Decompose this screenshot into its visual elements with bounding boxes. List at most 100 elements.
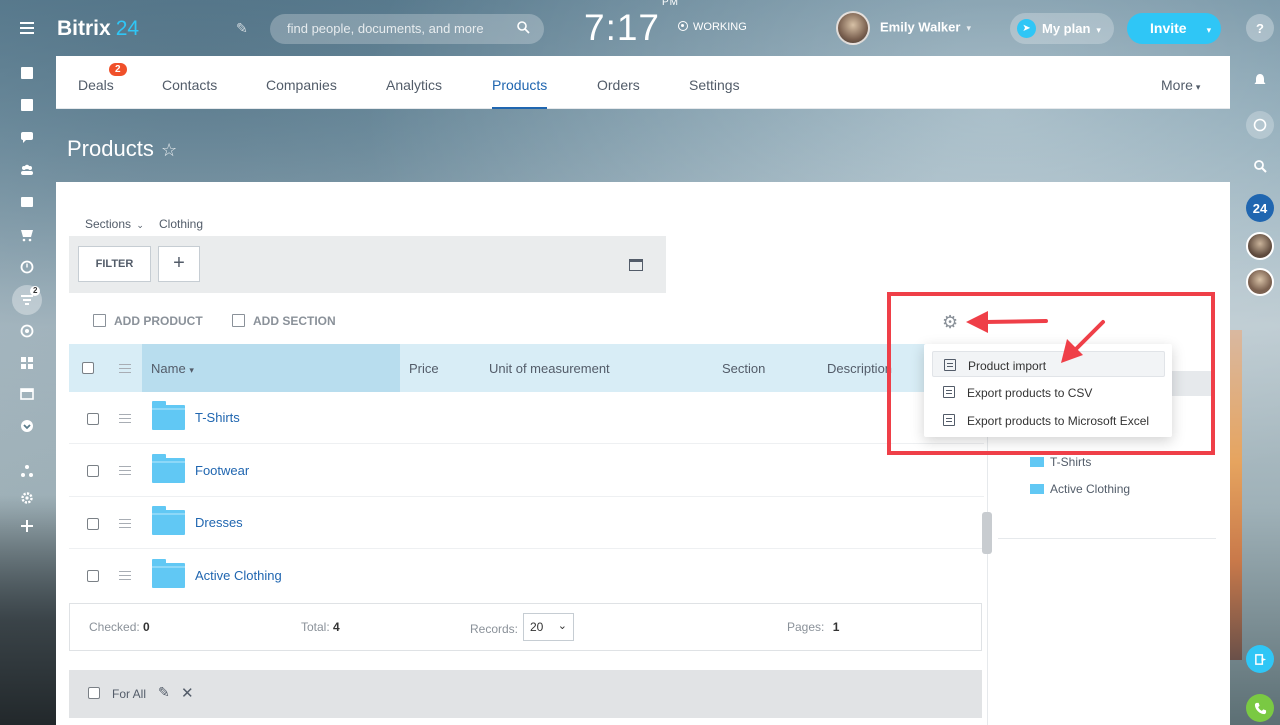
- sort-chevron-icon: ▾: [189, 365, 194, 375]
- layout-icon[interactable]: [629, 259, 643, 271]
- chevron-down-icon: ⌄: [557, 620, 567, 632]
- exit-icon[interactable]: [1246, 645, 1274, 673]
- row-checkbox[interactable]: [87, 413, 99, 425]
- left-sidebar: 2: [0, 0, 56, 725]
- sitemap-icon[interactable]: [18, 462, 36, 480]
- breadcrumb-sections[interactable]: Sections ⌄: [85, 217, 144, 231]
- tab-label: Orders: [597, 77, 640, 93]
- tab-deals[interactable]: Deals: [78, 77, 114, 93]
- for-all-checkbox[interactable]: [88, 687, 100, 699]
- star-icon[interactable]: ☆: [161, 140, 177, 161]
- row-name-link[interactable]: Dresses: [195, 515, 243, 530]
- filter-button[interactable]: FILTER: [78, 246, 151, 282]
- work-status[interactable]: WORKING: [678, 21, 747, 33]
- clock-icon[interactable]: [18, 258, 36, 276]
- chevron-down-icon: ⌄: [136, 220, 144, 230]
- row-checkbox[interactable]: [87, 465, 99, 477]
- records-per-page-select[interactable]: 20 ⌄: [523, 613, 574, 641]
- select-all-checkbox[interactable]: [82, 362, 94, 374]
- tab-products[interactable]: Products: [492, 77, 548, 109]
- row-menu-icon[interactable]: [119, 519, 131, 528]
- expand-more-icon[interactable]: [18, 417, 36, 435]
- breadcrumb-sections-label: Sections: [85, 217, 132, 231]
- work-status-label: WORKING: [693, 21, 747, 33]
- tab-orders[interactable]: Orders: [597, 77, 640, 93]
- column-section[interactable]: Section: [722, 361, 765, 376]
- colleague-avatar-1[interactable]: [1246, 232, 1274, 260]
- apps-grid-icon[interactable]: [18, 354, 36, 372]
- folder-icon: [152, 559, 185, 588]
- tab-more[interactable]: More ▾: [1161, 77, 1200, 93]
- crm-tabs: Deals 2 Contacts Companies Analytics Pro…: [56, 56, 1230, 109]
- tree-item-active-clothing[interactable]: Active Clothing: [1030, 482, 1130, 496]
- chat-icon[interactable]: [18, 128, 36, 146]
- row-menu-icon[interactable]: [119, 414, 131, 423]
- add-product-button[interactable]: ADD PRODUCT: [93, 314, 203, 328]
- column-unit[interactable]: Unit of measurement: [489, 361, 610, 376]
- invite-button[interactable]: Invite ▾: [1127, 13, 1221, 44]
- row-name-link[interactable]: Active Clothing: [195, 568, 282, 583]
- splitter-handle[interactable]: [982, 512, 992, 554]
- target-icon[interactable]: [18, 322, 36, 340]
- records-label: Records:: [470, 622, 519, 636]
- row-checkbox[interactable]: [87, 518, 99, 530]
- crm-card-icon[interactable]: [18, 193, 36, 211]
- search-icon[interactable]: [1246, 152, 1274, 180]
- help-icon[interactable]: ?: [1246, 14, 1274, 42]
- notifications-bell-icon[interactable]: [1246, 66, 1274, 94]
- add-section-button[interactable]: ADD SECTION: [232, 314, 336, 328]
- column-description[interactable]: Description: [827, 361, 892, 376]
- folder-icon: [1030, 484, 1044, 494]
- tab-analytics[interactable]: Analytics: [386, 77, 442, 93]
- total-count: Total: 4: [301, 620, 340, 634]
- feed-icon[interactable]: [18, 64, 36, 82]
- table-header: Name ▾ Price Unit of measurement Section…: [69, 344, 984, 392]
- clock-ampm: PM: [662, 0, 680, 8]
- column-name[interactable]: Name ▾: [151, 361, 194, 376]
- colleague-avatar-2[interactable]: [1246, 268, 1274, 296]
- group-actions-bar: For All ✎ ✕: [69, 670, 982, 718]
- pages-value: 1: [832, 620, 840, 634]
- breadcrumb-current[interactable]: Clothing: [159, 217, 203, 231]
- tab-companies[interactable]: Companies: [266, 77, 337, 93]
- settings-gear-icon[interactable]: [18, 489, 36, 507]
- search-input[interactable]: find people, documents, and more: [270, 14, 544, 44]
- delete-x-icon[interactable]: ✕: [181, 684, 194, 702]
- pencil-icon[interactable]: ✎: [236, 20, 248, 37]
- row-menu-icon[interactable]: [119, 466, 131, 475]
- row-checkbox[interactable]: [87, 570, 99, 582]
- logo[interactable]: Bitrix 24: [57, 17, 139, 41]
- bitrix24-counter[interactable]: 24: [1246, 194, 1274, 222]
- tree-item-label: T-Shirts: [1050, 455, 1092, 469]
- tab-label: Contacts: [162, 77, 218, 93]
- clock[interactable]: 7:17PM: [584, 0, 679, 49]
- logo-num: 24: [115, 17, 140, 40]
- tab-contacts[interactable]: Contacts: [162, 77, 217, 93]
- row-name-link[interactable]: T-Shirts: [195, 410, 240, 425]
- rocket-icon: ➤: [1017, 19, 1036, 38]
- tree-item-label: Active Clothing: [1050, 482, 1131, 496]
- edit-pencil-icon[interactable]: ✎: [158, 684, 170, 701]
- menu-icon[interactable]: [18, 19, 36, 37]
- user-menu[interactable]: Emily Walker ▾: [836, 11, 971, 45]
- avatar: [836, 11, 870, 45]
- column-settings-icon[interactable]: [119, 364, 131, 373]
- folder-icon: [152, 454, 185, 483]
- for-all-label: For All: [112, 687, 147, 701]
- add-icon[interactable]: [18, 517, 36, 535]
- tab-settings[interactable]: Settings: [689, 77, 740, 93]
- column-price[interactable]: Price: [409, 361, 439, 376]
- checked-count: Checked: 0: [89, 620, 150, 634]
- cart-icon[interactable]: [18, 226, 36, 244]
- row-menu-icon[interactable]: [119, 571, 131, 580]
- row-name-link[interactable]: Footwear: [195, 463, 249, 478]
- groups-icon[interactable]: [18, 161, 36, 179]
- tree-item-tshirts[interactable]: T-Shirts: [1030, 455, 1091, 469]
- chat-bubble-icon[interactable]: [1246, 111, 1274, 139]
- tasks-icon[interactable]: [18, 96, 36, 114]
- add-filter-button[interactable]: +: [158, 246, 200, 282]
- my-plan-button[interactable]: ➤ My plan ▾: [1010, 13, 1114, 44]
- window-icon[interactable]: [18, 385, 36, 403]
- phone-icon[interactable]: [1246, 694, 1274, 722]
- chevron-down-icon: ▾: [1195, 82, 1201, 92]
